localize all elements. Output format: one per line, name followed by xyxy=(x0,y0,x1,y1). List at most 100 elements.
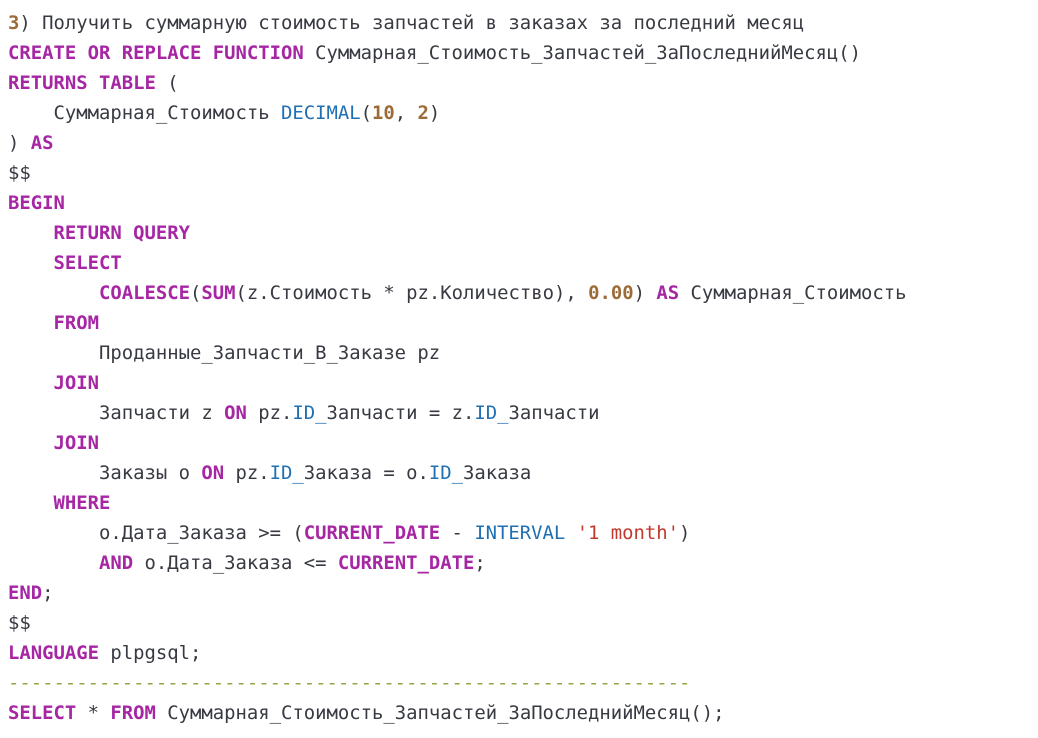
code-token: $$ xyxy=(8,612,31,634)
code-line: FROM xyxy=(8,308,100,338)
code-token: ID_ xyxy=(474,402,509,424)
code-token: ) xyxy=(633,282,657,304)
code-token: Суммарная_Стоимость xyxy=(679,282,907,304)
code-token: JOIN xyxy=(53,372,100,394)
code-token: SUM xyxy=(201,282,236,304)
code-token: JOIN xyxy=(53,432,100,454)
code-line: $$ xyxy=(8,158,31,188)
code-token: ) xyxy=(428,102,441,124)
code-token: LANGUAGE xyxy=(8,642,99,664)
code-line: ----------------------------------------… xyxy=(8,668,690,698)
code-token: DECIMAL xyxy=(280,102,361,124)
code-token: 10 xyxy=(371,102,395,124)
code-token: * xyxy=(76,702,111,724)
code-editor[interactable]: 3) Получить суммарную стоимость запчасте… xyxy=(0,0,1038,738)
code-token: END xyxy=(8,582,43,604)
code-line: 3) Получить суммарную стоимость запчасте… xyxy=(8,8,804,38)
code-line: WHERE xyxy=(8,488,111,518)
code-line: COALESCE(SUM(z.Стоимость * pz.Количество… xyxy=(8,278,907,308)
code-token: COALESCE xyxy=(99,282,190,304)
code-line: END; xyxy=(8,578,54,608)
code-token: ON xyxy=(201,462,225,484)
code-line: Запчасти z ON pz.ID_Запчасти = z.ID_Запч… xyxy=(8,398,599,428)
code-line: Суммарная_Стоимость DECIMAL(10, 2) xyxy=(8,98,440,128)
code-line: Проданные_Запчасти_В_Заказе pz xyxy=(8,338,440,368)
code-token: ; xyxy=(474,552,486,574)
code-line: CREATE OR REPLACE FUNCTION Суммарная_Сто… xyxy=(8,38,861,68)
code-token: ID_ xyxy=(428,462,463,484)
code-token: Суммарная_Стоимость_Запчастей_ЗаПоследни… xyxy=(155,702,725,724)
code-token: CREATE OR REPLACE FUNCTION xyxy=(8,42,304,64)
code-token: ( xyxy=(360,102,372,124)
code-token: CURRENT_DATE xyxy=(337,552,475,574)
code-line: o.Дата_Заказа >= (CURRENT_DATE - INTERVA… xyxy=(8,518,690,548)
code-token: WHERE xyxy=(53,492,111,514)
code-line: SELECT * FROM Суммарная_Стоимость_Запчас… xyxy=(8,698,725,728)
code-token: Заказы o xyxy=(8,462,202,484)
code-line: Заказы o ON pz.ID_Заказа = o.ID_Заказа xyxy=(8,458,531,488)
code-token: ID_ xyxy=(292,402,327,424)
code-line: JOIN xyxy=(8,428,100,458)
code-line: RETURN QUERY xyxy=(8,218,190,248)
code-token: plpgsql; xyxy=(99,642,202,664)
code-token: Запчасти = z. xyxy=(326,402,475,424)
code-token: pz. xyxy=(224,462,270,484)
code-token: '1 month' xyxy=(576,522,680,544)
code-token: ID_ xyxy=(269,462,304,484)
code-token: Заказа xyxy=(462,462,532,484)
code-token: RETURN QUERY xyxy=(53,222,190,244)
code-token: Запчасти z xyxy=(8,402,225,424)
code-line: ) AS xyxy=(8,128,54,158)
code-token: ) Получить суммарную стоимость запчастей… xyxy=(19,12,805,34)
code-line: SELECT xyxy=(8,248,122,278)
code-line: AND o.Дата_Заказа <= CURRENT_DATE; xyxy=(8,548,486,578)
code-line: BEGIN xyxy=(8,188,65,218)
code-token: 0.00 xyxy=(588,282,634,304)
code-token: ( xyxy=(155,72,179,94)
code-line: JOIN xyxy=(8,368,100,398)
code-token: - xyxy=(440,522,475,544)
code-token: ) xyxy=(8,132,31,154)
code-token: $$ xyxy=(8,162,31,184)
code-token: AS xyxy=(656,282,680,304)
code-line: RETURNS TABLE ( xyxy=(8,68,179,98)
code-line: LANGUAGE plpgsql; xyxy=(8,638,201,668)
code-token: FROM xyxy=(53,312,100,334)
code-token: pz. xyxy=(246,402,293,424)
code-token: BEGIN xyxy=(8,192,65,214)
code-token: ; xyxy=(42,582,54,604)
code-token: ( xyxy=(190,282,202,304)
code-token: AS xyxy=(30,132,54,154)
code-token: Суммарная_Стоимость_Запчастей_ЗаПоследни… xyxy=(303,42,861,64)
code-line: $$ xyxy=(8,608,31,638)
code-token: ) xyxy=(679,522,691,544)
code-token: o.Дата_Заказа <= xyxy=(133,552,338,574)
code-token: CURRENT_DATE xyxy=(303,522,441,544)
code-token: Запчасти xyxy=(508,402,600,424)
code-token: 2 xyxy=(417,102,429,124)
code-token: o.Дата_Заказа >= ( xyxy=(8,522,304,544)
code-token: RETURNS TABLE xyxy=(8,72,156,94)
code-token: , xyxy=(394,102,418,124)
code-token: ON xyxy=(224,402,247,424)
code-token: ----------------------------------------… xyxy=(8,672,691,694)
code-token: Заказа = o. xyxy=(303,462,429,484)
code-token: AND xyxy=(99,552,134,574)
code-token: 3 xyxy=(8,12,20,34)
code-token: FROM xyxy=(110,702,156,724)
code-token: SELECT xyxy=(53,252,122,274)
code-token: SELECT xyxy=(8,702,77,724)
code-token: Суммарная_Стоимость xyxy=(8,102,281,124)
code-token: Проданные_Запчасти_В_Заказе pz xyxy=(8,342,441,364)
code-token: (z.Стоимость * pz.Количество), xyxy=(235,282,589,304)
code-token: INTERVAL xyxy=(474,522,566,544)
